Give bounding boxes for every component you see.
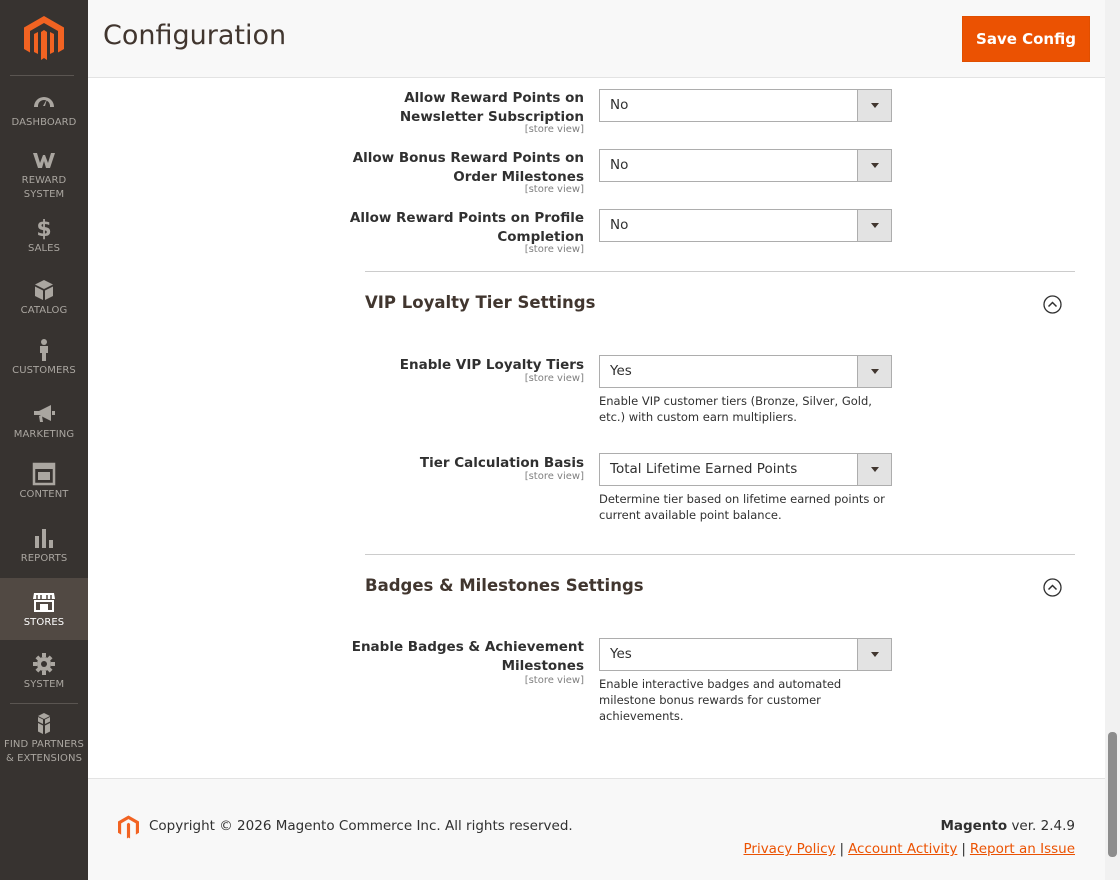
page-title: Configuration	[103, 20, 287, 51]
collapse-section-icon[interactable]	[1043, 578, 1062, 597]
save-config-button[interactable]: Save Config	[962, 16, 1090, 62]
nav-marketing[interactable]: MARKETING	[0, 402, 88, 452]
cubes-icon	[38, 713, 50, 734]
dashboard-icon	[34, 97, 54, 107]
nav-reports[interactable]: REPORTS	[0, 526, 88, 576]
scope-label: [store view]	[524, 373, 584, 384]
field-label: Enable Badges & Achievement Milestones	[351, 639, 584, 674]
scope-label: [store view]	[524, 471, 584, 482]
nav-label: REWARD SYSTEM	[21, 175, 67, 200]
field-note: Enable VIP customer tiers (Bronze, Silve…	[599, 394, 872, 424]
nav-content[interactable]: CONTENT	[0, 462, 88, 512]
nav-label: SYSTEM	[23, 679, 65, 690]
profile-completion-select[interactable]: No	[599, 209, 892, 242]
newsletter-select[interactable]: No	[599, 89, 892, 122]
gear-icon	[33, 653, 55, 675]
nav-divider	[10, 703, 78, 704]
tier-basis-select[interactable]: Total Lifetime Earned Points	[599, 453, 892, 486]
vip-tiers-select[interactable]: Yes	[599, 355, 892, 388]
field-row-vip-enable: Enable VIP Loyalty Tiers [store view] Ye…	[365, 355, 1075, 435]
section-divider	[365, 554, 1075, 555]
field-row-badges-enable: Enable Badges & Achievement Milestones […	[352, 638, 1075, 723]
field-row-milestones: Allow Bonus Reward Points on Order Miles…	[353, 149, 1075, 197]
privacy-policy-link[interactable]: Privacy Policy	[743, 841, 835, 857]
chevron-down-icon[interactable]	[857, 639, 891, 670]
scope-label: [store view]	[524, 675, 584, 686]
chevron-down-icon[interactable]	[857, 210, 891, 241]
nav-label: CATALOG	[20, 305, 68, 316]
svg-text:$: $	[36, 217, 51, 240]
nav-system[interactable]: SYSTEM	[0, 652, 88, 702]
link-separator: |	[961, 841, 966, 857]
field-row-tier-basis: Tier Calculation Basis [store view] Tota…	[365, 453, 1075, 533]
collapse-section-icon[interactable]	[1043, 295, 1062, 314]
footer-links: Privacy Policy | Account Activity | Report a…	[743, 841, 1075, 857]
magento-logo-icon[interactable]	[24, 16, 64, 60]
page-footer: Copyright © 2026 Magento Commerce Inc. A…	[88, 778, 1105, 880]
field-label: Allow Reward Points on Newsletter Subscr…	[399, 90, 584, 125]
box-icon	[35, 280, 53, 300]
section-divider	[365, 271, 1075, 272]
nav-find-partners[interactable]: FIND PARTNERS & EXTENSIONS	[0, 712, 88, 770]
chevron-down-icon[interactable]	[857, 454, 891, 485]
nav-label: DASHBOARD	[11, 117, 77, 128]
megaphone-icon	[34, 405, 55, 422]
select-value: No	[610, 97, 629, 113]
person-icon	[40, 339, 48, 361]
select-value: No	[610, 217, 629, 233]
logo-divider	[10, 75, 74, 76]
scope-label: [store view]	[524, 244, 584, 255]
nav-label: CONTENT	[19, 489, 69, 500]
nav-label: MARKETING	[13, 429, 75, 440]
reward-system-icon	[33, 153, 55, 168]
badges-select[interactable]: Yes	[599, 638, 892, 671]
section-title-badges[interactable]: Badges & Milestones Settings	[365, 576, 644, 595]
scope-label: [store view]	[524, 184, 584, 195]
admin-sidebar: DASHBOARD REWARD SYSTEM $ SALES CATALOG …	[0, 0, 88, 880]
copyright-text: Copyright © 2026 Magento Commerce Inc. A…	[149, 818, 573, 834]
scrollbar-thumb[interactable]	[1108, 732, 1117, 857]
field-row-profile: Allow Reward Points on Profile Completio…	[350, 209, 1075, 257]
field-row-newsletter: Allow Reward Points on Newsletter Subscr…	[365, 89, 1075, 137]
dollar-icon: $	[36, 217, 51, 240]
scope-label: [store view]	[524, 124, 584, 135]
nav-label: STORES	[23, 617, 65, 628]
select-value: Total Lifetime Earned Points	[610, 461, 798, 477]
select-value: Yes	[610, 646, 632, 662]
link-separator: |	[839, 841, 845, 857]
magento-logo-icon	[118, 815, 139, 839]
nav-label: SALES	[27, 243, 61, 254]
nav-customers[interactable]: CUSTOMERS	[0, 338, 88, 388]
report-issue-link[interactable]: Report an Issue	[970, 841, 1075, 857]
nav-catalog[interactable]: CATALOG	[0, 278, 88, 328]
nav-sales[interactable]: $ SALES	[0, 216, 88, 266]
select-value: Yes	[610, 363, 632, 379]
nav-label: FIND PARTNERS & EXTENSIONS	[3, 739, 85, 764]
chevron-down-icon[interactable]	[857, 356, 891, 387]
order-milestones-select[interactable]: No	[599, 149, 892, 182]
chevron-down-icon[interactable]	[857, 90, 891, 121]
nav-dashboard[interactable]: DASHBOARD	[0, 90, 88, 140]
scrollbar[interactable]	[1105, 0, 1120, 880]
nav-label: CUSTOMERS	[12, 365, 76, 376]
version-number: ver. 2.4.9	[1007, 818, 1075, 834]
nav-label: REPORTS	[20, 553, 68, 564]
field-label: Allow Bonus Reward Points on Order Miles…	[352, 150, 584, 185]
nav-stores[interactable]: STORES	[0, 578, 88, 640]
section-title-vip[interactable]: VIP Loyalty Tier Settings	[365, 293, 595, 312]
storefront-icon	[33, 593, 55, 612]
brand-name: Magento	[940, 818, 1008, 834]
select-value: No	[610, 157, 629, 173]
nav-reward-system[interactable]: REWARD SYSTEM	[0, 148, 88, 204]
bar-chart-icon	[35, 529, 53, 548]
layout-icon	[32, 462, 56, 486]
field-label: Allow Reward Points on Profile Completio…	[349, 210, 584, 245]
field-note: Enable interactive badges and automated …	[599, 677, 842, 723]
version-text: Magento ver. 2.4.9	[940, 818, 1075, 834]
chevron-down-icon[interactable]	[857, 150, 891, 181]
page-header: Configuration Save Config	[88, 0, 1105, 78]
account-activity-link[interactable]: Account Activity	[848, 841, 957, 857]
field-note: Determine tier based on lifetime earned …	[599, 492, 885, 522]
